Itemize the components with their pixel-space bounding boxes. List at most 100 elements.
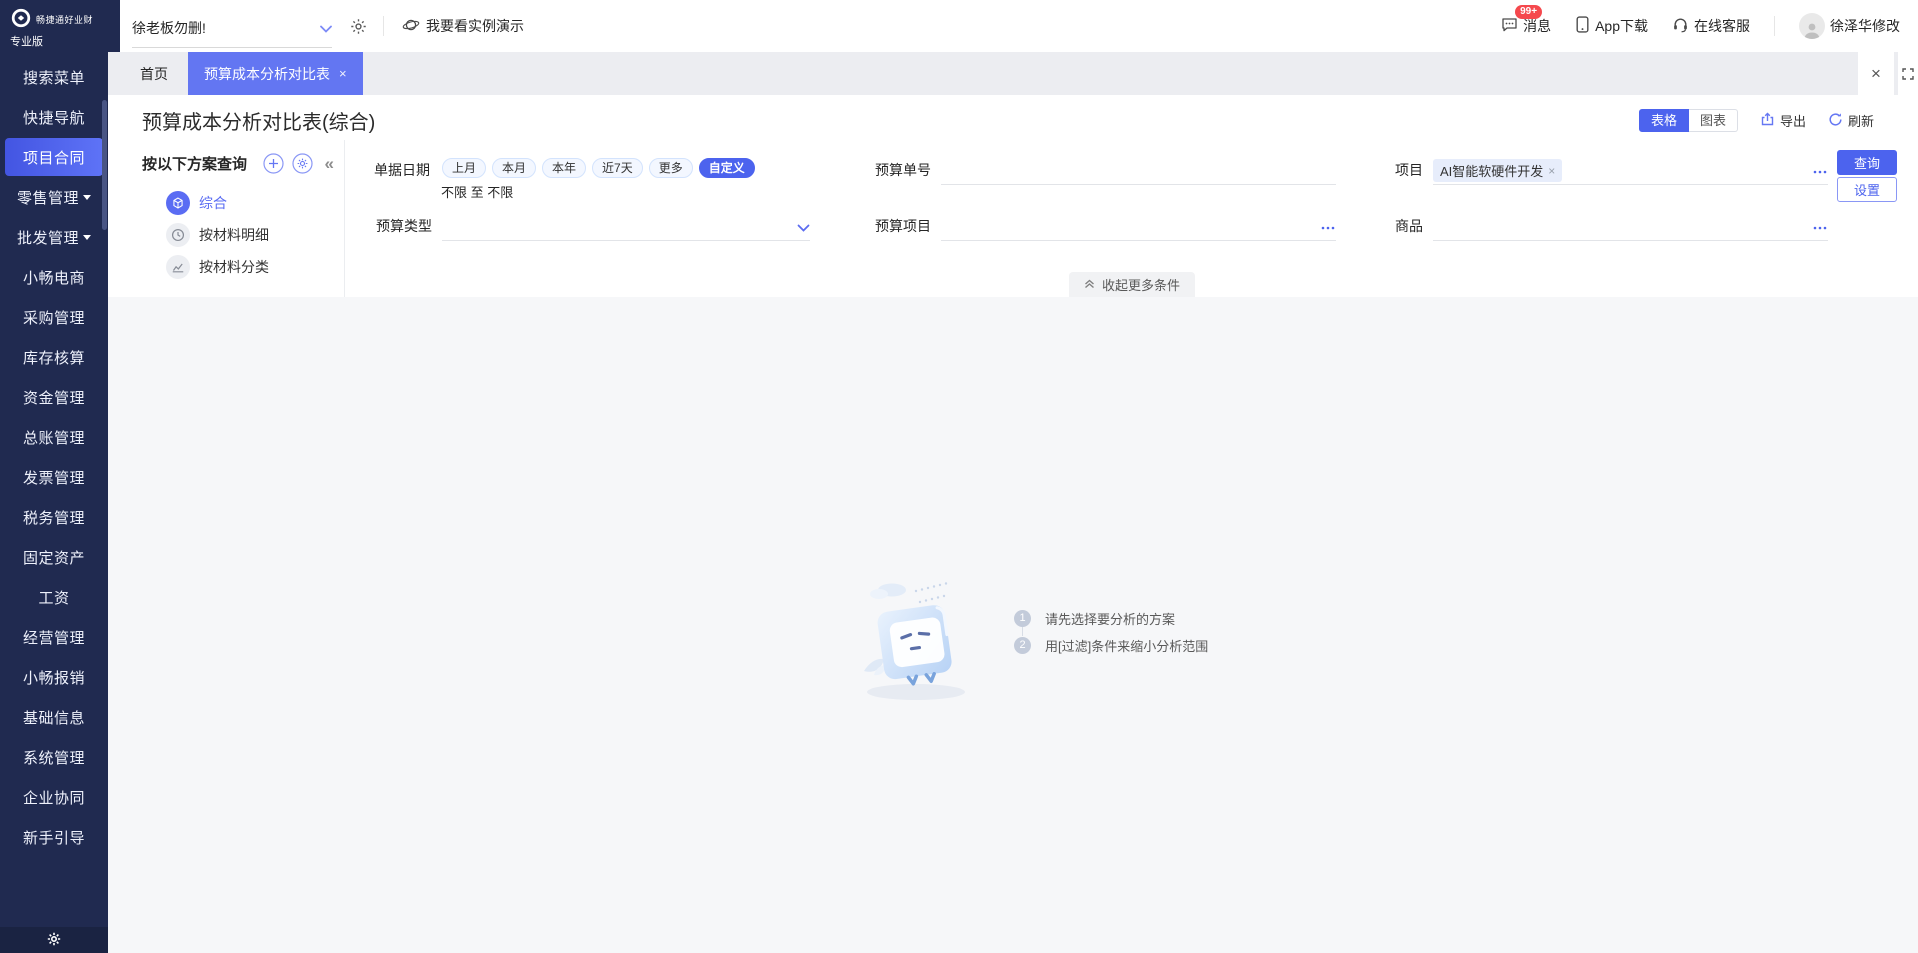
sidebar-item-label: 总账管理: [23, 427, 85, 448]
tab-label: 预算成本分析对比表: [204, 64, 330, 84]
collapse-more-conditions[interactable]: 收起更多条件: [1069, 272, 1195, 297]
scheme-item-label: 按材料分类: [199, 257, 269, 277]
app-download-button[interactable]: App下载: [1575, 16, 1648, 36]
budget-item-input[interactable]: [941, 216, 1336, 241]
sidebar-item-expense[interactable]: 小畅报销: [5, 658, 103, 696]
step-1-text: 请先选择要分析的方案: [1045, 609, 1175, 628]
tab-home[interactable]: 首页: [130, 52, 178, 95]
sidebar-item-label: 工资: [38, 587, 69, 608]
sidebar-footer: [0, 927, 108, 953]
more-icon[interactable]: [1320, 225, 1336, 231]
sidebar-item-general-ledger[interactable]: 总账管理: [5, 418, 103, 456]
page-title: 预算成本分析对比表(综合): [142, 106, 375, 135]
sidebar-item-collaboration[interactable]: 企业协同: [5, 778, 103, 816]
goods-input[interactable]: [1433, 216, 1828, 241]
sidebar-item-quick-nav[interactable]: 快捷导航: [5, 98, 103, 136]
step-1: 1 请先选择要分析的方案: [1014, 609, 1208, 627]
sidebar-item-project-contract[interactable]: 项目合同: [5, 138, 103, 176]
export-label: 导出: [1780, 111, 1806, 130]
edition-label: 专业版: [10, 33, 118, 49]
settings-gear-icon[interactable]: [350, 18, 367, 35]
headset-icon: [1672, 16, 1689, 36]
chevron-down-icon: [320, 20, 332, 36]
sidebar-item-fixed-assets[interactable]: 固定资产: [5, 538, 103, 576]
tab-budget-cost-report[interactable]: 预算成本分析对比表 ×: [188, 52, 363, 95]
sidebar-item-beginner-guide[interactable]: 新手引导: [5, 818, 103, 856]
more-icon[interactable]: [1812, 169, 1828, 175]
org-selector[interactable]: 徐老板勿删!: [132, 8, 332, 48]
sidebar-item-label: 经营管理: [23, 627, 85, 648]
sidebar-item-label: 发票管理: [23, 467, 85, 488]
app-logo: 畅捷通好业财 专业版: [0, 0, 120, 52]
sidebar-item-inventory[interactable]: 库存核算: [5, 338, 103, 376]
budget-no-input[interactable]: [941, 160, 1336, 185]
chevron-down-icon[interactable]: [797, 224, 810, 233]
refresh-label: 刷新: [1848, 111, 1874, 130]
step-connector: [1022, 627, 1023, 636]
date-option-this-month[interactable]: 本月: [492, 158, 536, 178]
chart-view-button[interactable]: 图表: [1689, 109, 1738, 132]
search-button[interactable]: 查询: [1837, 150, 1897, 175]
date-option-more[interactable]: 更多: [649, 158, 693, 178]
app-window: 搜索菜单 快捷导航 项目合同 零售管理 批发管理 小畅电商 采购管理 库存核算 …: [0, 0, 1918, 953]
sidebar-item-label: 系统管理: [23, 747, 85, 768]
doc-date-filter: 单据日期 上月 本月 本年 近7天 更多 自定义: [374, 160, 755, 180]
report-toolbar: 表格 图表 导出 刷新: [1639, 109, 1874, 132]
more-icon[interactable]: [1812, 225, 1828, 231]
sidebar-item-label: 库存核算: [23, 347, 85, 368]
clock-icon: [166, 223, 190, 247]
budget-type-select[interactable]: [442, 216, 810, 241]
empty-state: 1 请先选择要分析的方案 2 用[过滤]条件来缩小分析范围: [854, 575, 1208, 708]
refresh-button[interactable]: 刷新: [1828, 111, 1874, 130]
user-menu[interactable]: 徐泽华修改: [1799, 13, 1900, 39]
sidebar-item-purchase[interactable]: 采购管理: [5, 298, 103, 336]
sidebar-item-payroll[interactable]: 工资: [5, 578, 103, 616]
sidebar-item-wholesale[interactable]: 批发管理: [5, 218, 103, 256]
sidebar-item-label: 搜索菜单: [23, 67, 85, 88]
sidebar-item-retail[interactable]: 零售管理: [5, 178, 103, 216]
phone-icon: [1575, 16, 1590, 36]
step-2-text: 用[过滤]条件来缩小分析范围: [1045, 636, 1208, 655]
fullscreen-icon[interactable]: [1898, 52, 1918, 95]
date-option-custom[interactable]: 自定义: [699, 158, 755, 178]
sidebar-item-search-menu[interactable]: 搜索菜单: [5, 58, 103, 96]
collapse-panel-icon[interactable]: «: [325, 155, 334, 172]
tab-close-icon[interactable]: ×: [339, 66, 347, 81]
messages-button[interactable]: 消息 99+: [1501, 16, 1551, 36]
scheme-item-comprehensive[interactable]: 综合: [166, 190, 344, 216]
sidebar-item-label: 资金管理: [23, 387, 85, 408]
date-range-value[interactable]: 不限 至 不限: [441, 182, 513, 201]
remove-tag-icon[interactable]: ×: [1548, 164, 1555, 178]
planet-icon: [402, 16, 420, 37]
sidebar-item-base-info[interactable]: 基础信息: [5, 698, 103, 736]
sidebar-item-operations[interactable]: 经营管理: [5, 618, 103, 656]
sidebar-item-invoice[interactable]: 发票管理: [5, 458, 103, 496]
project-input[interactable]: AI智能软硬件开发 ×: [1433, 160, 1828, 185]
sidebar-item-ecommerce[interactable]: 小畅电商: [5, 258, 103, 296]
sidebar-nav: 搜索菜单 快捷导航 项目合同 零售管理 批发管理 小畅电商 采购管理 库存核算 …: [0, 56, 108, 858]
table-view-button[interactable]: 表格: [1639, 109, 1689, 132]
sidebar: 搜索菜单 快捷导航 项目合同 零售管理 批发管理 小畅电商 采购管理 库存核算 …: [0, 0, 108, 953]
sidebar-item-system[interactable]: 系统管理: [5, 738, 103, 776]
divider: [383, 16, 384, 36]
sidebar-scrollbar[interactable]: [102, 100, 107, 230]
sidebar-item-funds[interactable]: 资金管理: [5, 378, 103, 416]
sidebar-item-label: 企业协同: [23, 787, 85, 808]
gear-icon[interactable]: [47, 932, 61, 949]
date-option-last-month[interactable]: 上月: [442, 158, 486, 178]
close-all-tabs-button[interactable]: ×: [1858, 52, 1894, 95]
date-option-this-year[interactable]: 本年: [542, 158, 586, 178]
settings-button[interactable]: 设置: [1837, 177, 1897, 202]
scheme-item-by-material-detail[interactable]: 按材料明细: [166, 222, 344, 248]
add-scheme-icon[interactable]: [263, 153, 284, 174]
online-service-button[interactable]: 在线客服: [1672, 16, 1750, 36]
export-button[interactable]: 导出: [1760, 111, 1806, 130]
sidebar-item-label: 新手引导: [23, 827, 85, 848]
sidebar-item-tax[interactable]: 税务管理: [5, 498, 103, 536]
demo-link[interactable]: 我要看实例演示: [402, 16, 524, 37]
budget-type-label: 预算类型: [376, 216, 432, 236]
empty-state-steps: 1 请先选择要分析的方案 2 用[过滤]条件来缩小分析范围: [1014, 609, 1208, 708]
date-option-last-7-days[interactable]: 近7天: [592, 158, 643, 178]
scheme-settings-gear-icon[interactable]: [292, 153, 313, 174]
scheme-item-by-material-category[interactable]: 按材料分类: [166, 254, 344, 280]
